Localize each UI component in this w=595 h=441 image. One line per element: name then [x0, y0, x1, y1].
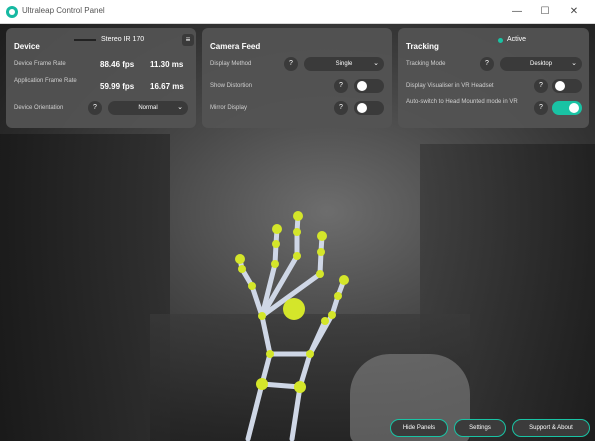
camera-panel-title: Camera Feed	[210, 42, 261, 51]
auto-switch-label: Auto-switch to Head Mounted mode in VR	[406, 99, 518, 105]
window-title: Ultraleap Control Panel	[22, 6, 105, 15]
chevron-down-icon: ⌄	[571, 60, 577, 67]
frame-rate-label: Device Frame Rate	[14, 61, 66, 67]
device-status-line	[74, 39, 96, 41]
orientation-help-icon[interactable]: ?	[88, 101, 102, 115]
tracking-mode-label: Tracking Mode	[406, 61, 446, 67]
show-distortion-help-icon[interactable]: ?	[334, 79, 348, 93]
hand-bones	[237, 213, 347, 441]
tracking-mode-help-icon[interactable]: ?	[480, 57, 494, 71]
tracking-status: Active	[507, 36, 527, 43]
display-method-value: Single	[335, 61, 353, 67]
tracking-mode-value: Desktop	[529, 61, 552, 67]
tracking-panel-title: Tracking	[406, 42, 439, 51]
window-titlebar: Ultraleap Control Panel — ☐ ✕	[0, 0, 595, 24]
frame-rate-ms: 11.30 ms	[150, 60, 184, 69]
app-rate-ms: 16.67 ms	[150, 82, 184, 91]
visualiser-help-icon[interactable]: ?	[534, 79, 548, 93]
frame-rate-fps: 88.46 fps	[100, 60, 135, 69]
app-rate-fps: 59.99 fps	[100, 82, 135, 91]
device-panel: Device Stereo IR 170 ≡ Device Frame Rate…	[6, 28, 196, 128]
show-distortion-toggle[interactable]	[354, 79, 384, 93]
orientation-label: Device Orientation	[14, 105, 64, 111]
mirror-display-label: Mirror Display	[210, 105, 248, 111]
auto-switch-toggle[interactable]	[552, 101, 582, 115]
settings-button[interactable]: Settings	[454, 419, 506, 437]
orientation-value: Normal	[138, 105, 158, 111]
display-method-dropdown[interactable]: Single ⌄	[304, 57, 384, 71]
hand-joints	[235, 211, 349, 393]
close-button[interactable]: ✕	[566, 4, 582, 20]
device-panel-title: Device	[14, 42, 40, 51]
camera-feed-panel: Camera Feed Display Method ? Single ⌄ Sh…	[202, 28, 392, 128]
tracking-mode-dropdown[interactable]: Desktop ⌄	[500, 57, 582, 71]
app-rate-label: Application Frame Rate	[14, 78, 77, 84]
show-distortion-label: Show Distortion	[210, 83, 253, 89]
ultraleap-logo-icon	[6, 6, 18, 18]
device-menu-icon[interactable]: ≡	[182, 34, 194, 46]
status-dot-icon	[498, 38, 503, 43]
visualiser-label: Display Visualiser in VR Headset	[406, 83, 494, 89]
chevron-down-icon: ⌄	[373, 60, 379, 67]
camera-viewport: Device Stereo IR 170 ≡ Device Frame Rate…	[0, 24, 595, 441]
orientation-dropdown[interactable]: Normal ⌄	[108, 101, 188, 115]
maximize-button[interactable]: ☐	[537, 4, 553, 20]
minimize-button[interactable]: —	[509, 4, 525, 20]
display-method-help-icon[interactable]: ?	[284, 57, 298, 71]
display-method-label: Display Method	[210, 61, 252, 67]
hide-panels-button[interactable]: Hide Panels	[390, 419, 448, 437]
mirror-display-help-icon[interactable]: ?	[334, 101, 348, 115]
auto-switch-help-icon[interactable]: ?	[534, 101, 548, 115]
device-name: Stereo IR 170	[101, 36, 145, 43]
visualiser-toggle[interactable]	[552, 79, 582, 93]
mirror-display-toggle[interactable]	[354, 101, 384, 115]
chevron-down-icon: ⌄	[177, 104, 183, 111]
support-about-button[interactable]: Support & About	[512, 419, 590, 437]
tracking-panel: Tracking Active Tracking Mode ? Desktop …	[398, 28, 589, 128]
